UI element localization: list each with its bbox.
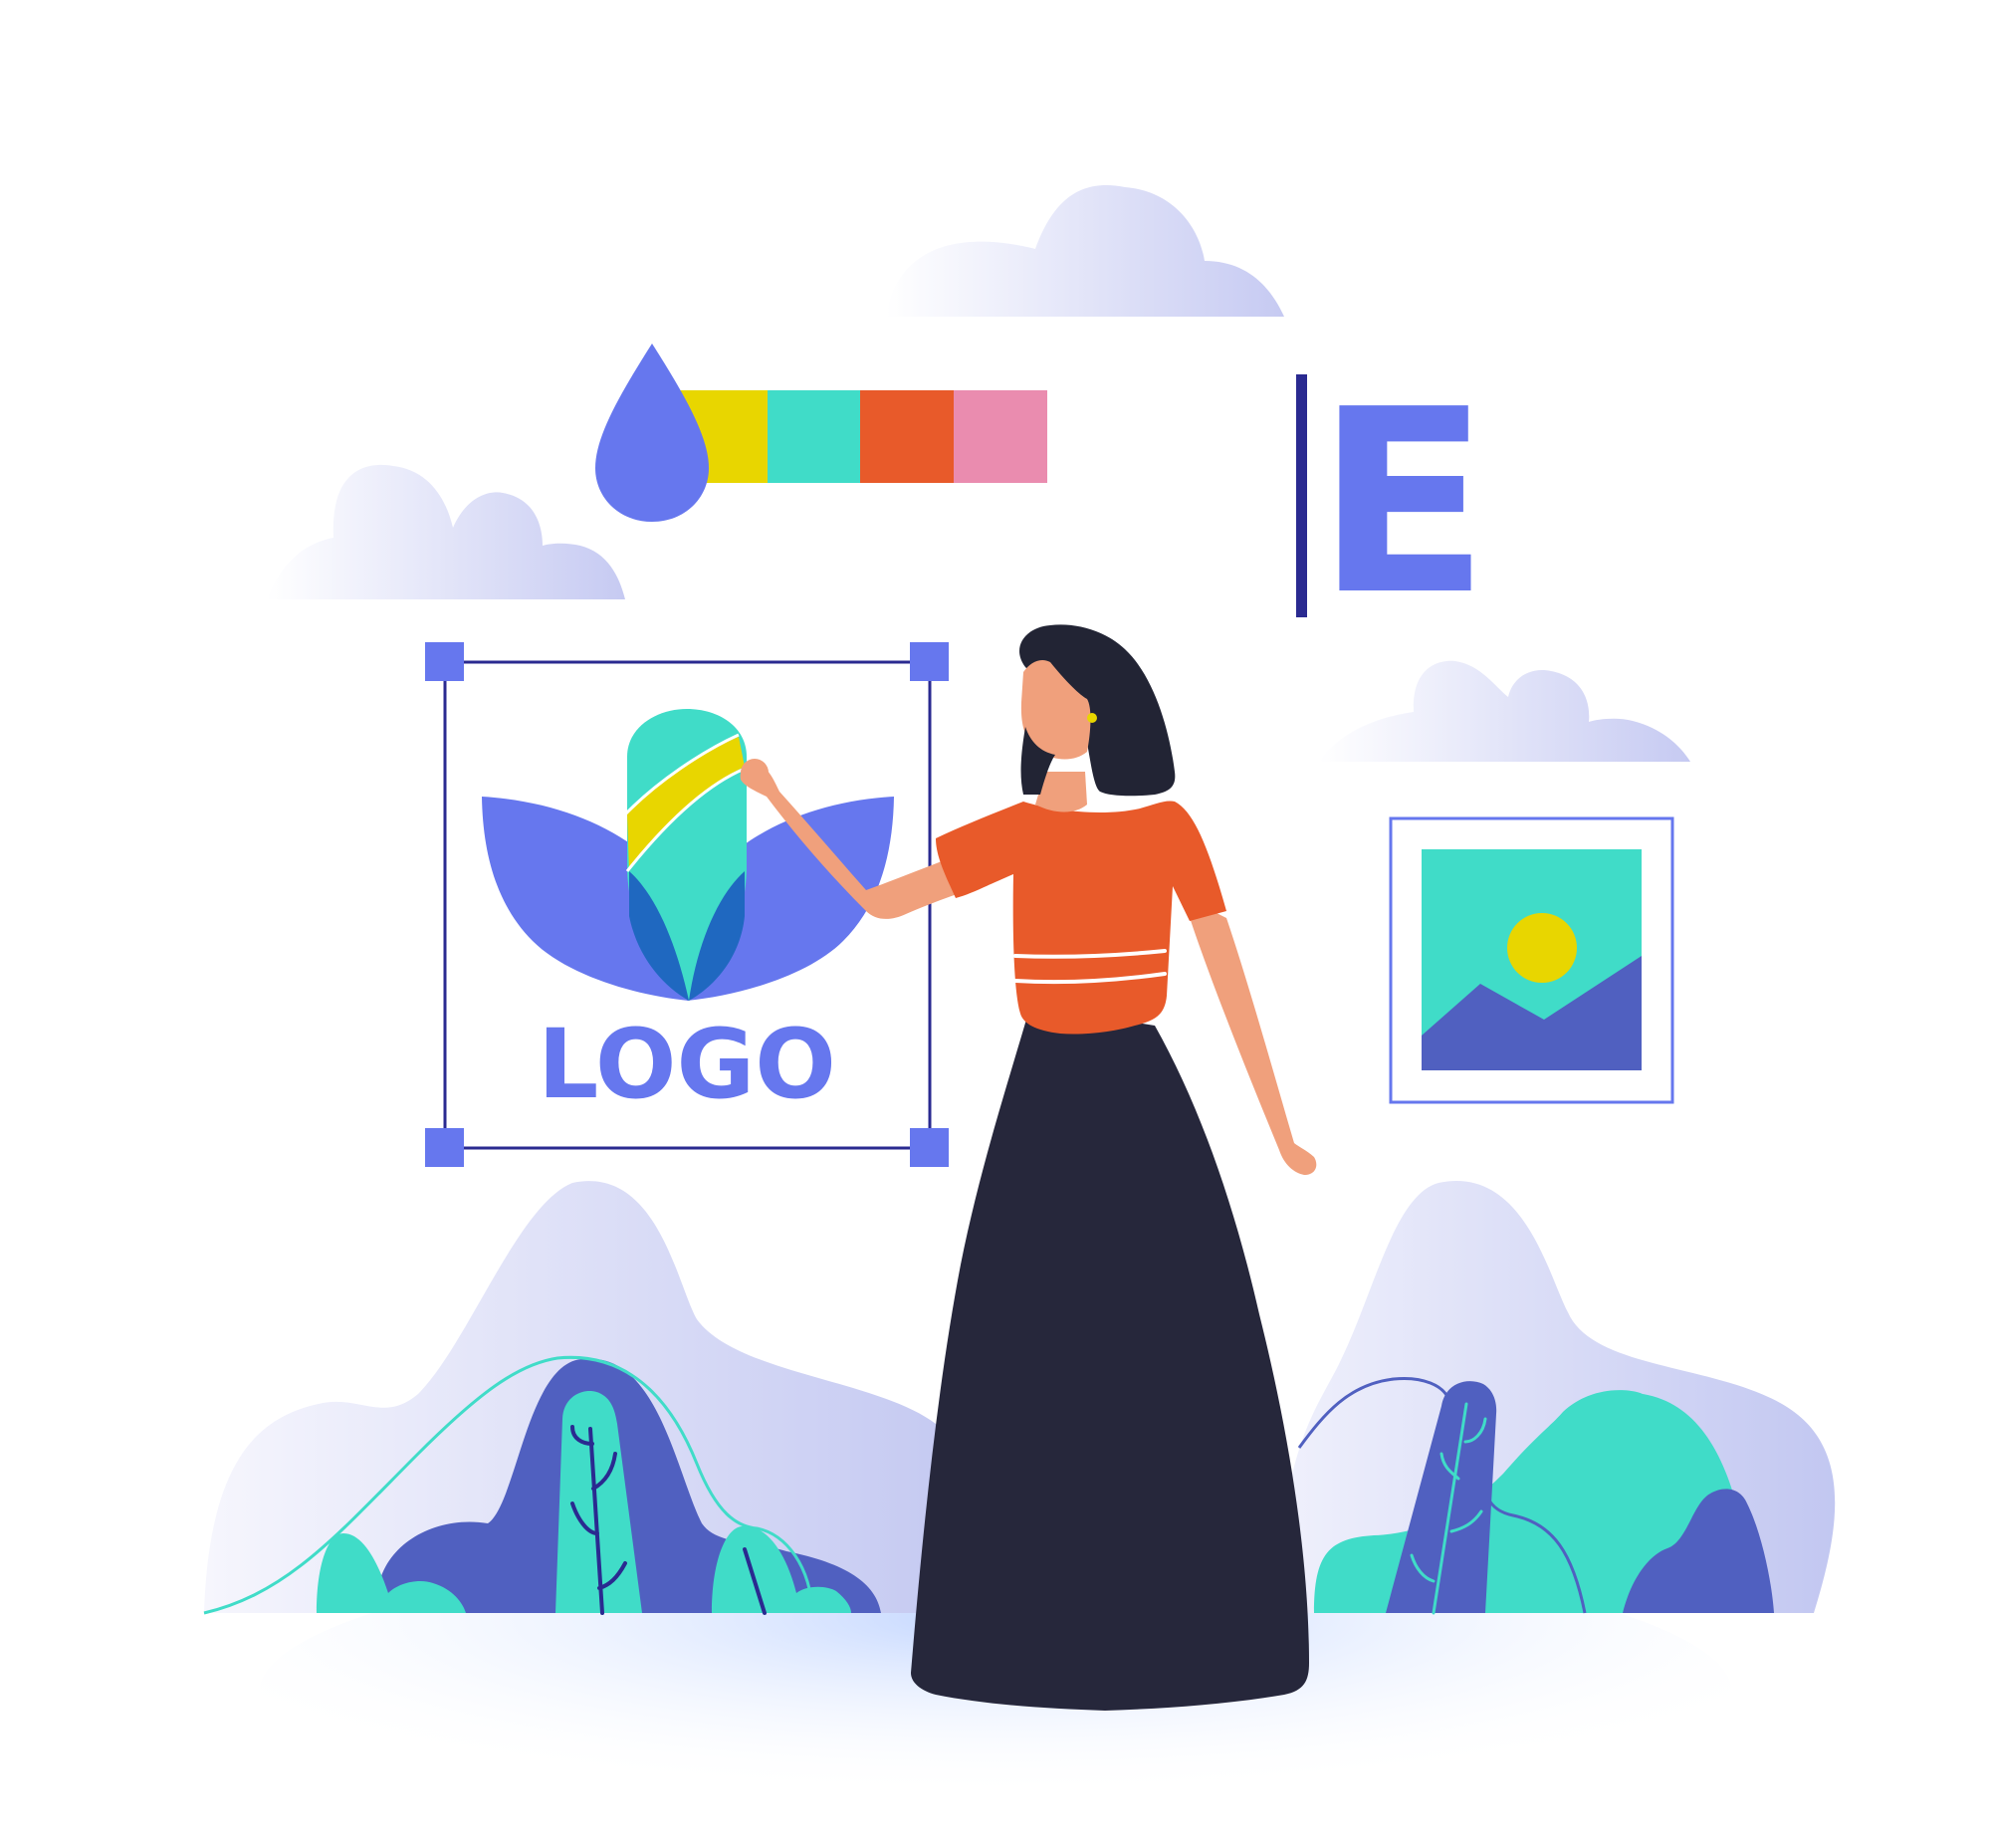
design-illustration: LOGO E [203, 184, 1836, 1842]
selection-handle-icon[interactable] [910, 1128, 949, 1167]
woman-earring [1087, 713, 1097, 723]
selection-handle-icon[interactable] [425, 642, 464, 681]
logo-text: LOGO [538, 1009, 836, 1120]
cloud-top [886, 184, 1284, 317]
selection-handle-icon[interactable] [910, 642, 949, 681]
cloud-right [1319, 660, 1690, 762]
swatch-teal [768, 390, 860, 483]
swatch-orange [860, 390, 954, 483]
woman-hand [741, 759, 769, 787]
woman-top [936, 801, 1226, 1035]
selection-handle-icon[interactable] [425, 1128, 464, 1167]
image-placeholder-icon [1389, 816, 1674, 1104]
image-sun [1507, 913, 1577, 983]
typography-letter: E [1316, 355, 1489, 651]
swatch-pink [954, 390, 1047, 483]
woman-skirt [911, 1006, 1309, 1711]
color-drop-icon [595, 344, 709, 522]
cloud-left [267, 464, 625, 599]
text-cursor-icon [1296, 374, 1307, 617]
